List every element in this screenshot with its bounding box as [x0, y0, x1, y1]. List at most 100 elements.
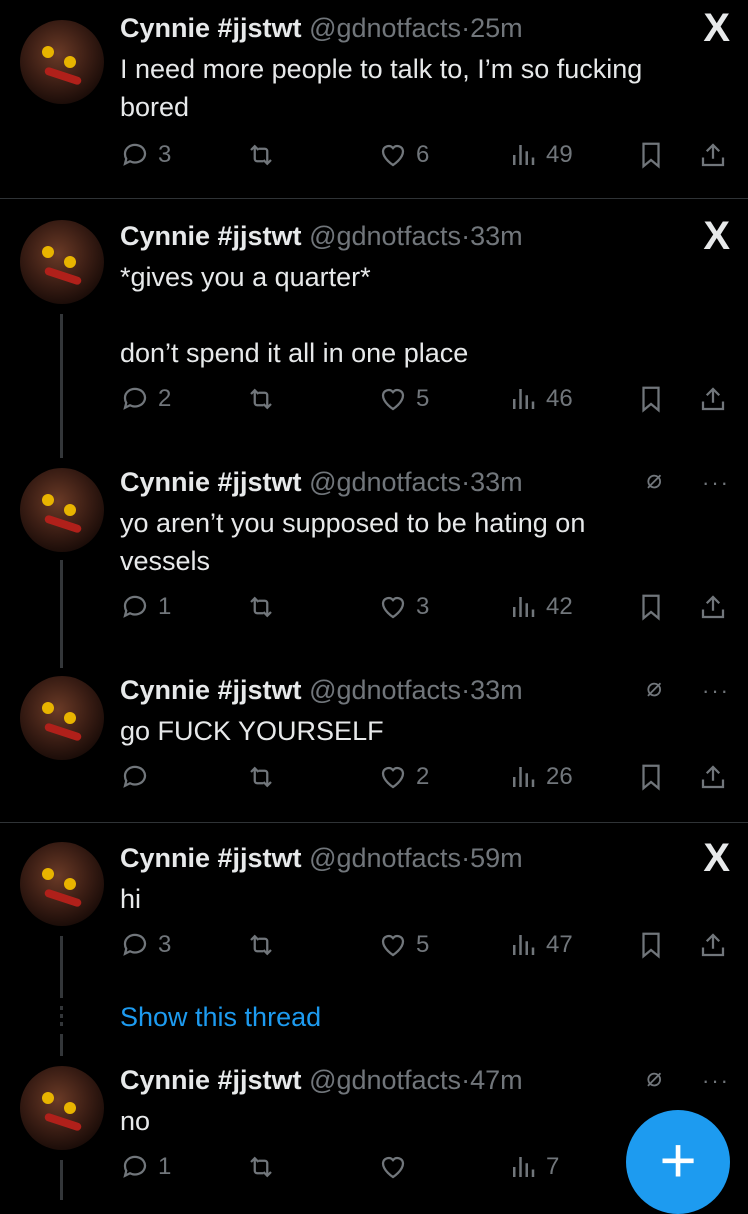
like-button[interactable]: 6 [378, 140, 429, 170]
retweet-button[interactable] [246, 384, 276, 414]
reply-button[interactable]: 1 [120, 592, 171, 622]
handle[interactable]: @gdnotfacts [309, 675, 461, 705]
retweet-button[interactable] [246, 140, 276, 170]
share-button[interactable] [698, 762, 728, 792]
divider [0, 822, 748, 823]
views-button[interactable]: 42 [508, 592, 573, 622]
more-icon[interactable]: ··· [702, 466, 730, 497]
views-icon [508, 384, 538, 414]
like-button[interactable]: 2 [378, 762, 429, 792]
thread-line [60, 1034, 63, 1056]
bookmark-icon [636, 384, 666, 414]
views-icon [508, 930, 538, 960]
bookmark-button[interactable] [636, 762, 666, 792]
x-logo-icon[interactable]: X [703, 216, 730, 256]
views-icon [508, 592, 538, 622]
muted-icon[interactable]: ⌀ [646, 1062, 662, 1093]
display-name[interactable]: Cynnie #jjstwt [120, 1065, 302, 1095]
handle[interactable]: @gdnotfacts [309, 221, 461, 251]
avatar[interactable] [20, 468, 104, 552]
bookmark-button[interactable] [636, 930, 666, 960]
like-button[interactable]: 3 [378, 592, 429, 622]
avatar[interactable] [20, 220, 104, 304]
reply-button[interactable]: 3 [120, 140, 171, 170]
retweet-button[interactable] [246, 592, 276, 622]
tweet-header: Cynnie #jjstwt @gdnotfacts·33m [120, 467, 523, 497]
avatar[interactable] [20, 842, 104, 926]
thread-line [60, 314, 63, 458]
action-bar: 3 5 47 [120, 930, 730, 966]
views-button[interactable]: 46 [508, 384, 573, 414]
retweet-button[interactable] [246, 762, 276, 792]
like-icon [378, 384, 408, 414]
reply-button[interactable]: 3 [120, 930, 171, 960]
share-icon [698, 762, 728, 792]
timestamp[interactable]: 25m [470, 13, 523, 43]
display-name[interactable]: Cynnie #jjstwt [120, 13, 302, 43]
timestamp[interactable]: 33m [470, 467, 523, 497]
x-logo-icon[interactable]: X [703, 8, 730, 48]
reply-button[interactable]: 1 [120, 1152, 171, 1182]
reply-icon [120, 1152, 150, 1182]
thread-dots [60, 1006, 63, 1030]
display-name[interactable]: Cynnie #jjstwt [120, 221, 302, 251]
x-logo-icon[interactable]: X [703, 838, 730, 878]
handle[interactable]: @gdnotfacts [309, 13, 461, 43]
tweet-header: Cynnie #jjstwt @gdnotfacts·59m [120, 843, 523, 873]
compose-button[interactable]: + [626, 1110, 730, 1214]
timestamp[interactable]: 47m [470, 1065, 523, 1095]
tweet-text: go FUCK YOURSELF [120, 716, 384, 746]
views-button[interactable]: 49 [508, 140, 573, 170]
views-icon [508, 762, 538, 792]
share-button[interactable] [698, 592, 728, 622]
like-button[interactable]: 5 [378, 930, 429, 960]
tweet-header: Cynnie #jjstwt @gdnotfacts·25m [120, 13, 523, 43]
like-button[interactable]: 5 [378, 384, 429, 414]
bookmark-button[interactable] [636, 592, 666, 622]
bookmark-button[interactable] [636, 140, 666, 170]
avatar[interactable] [20, 676, 104, 760]
reply-button[interactable] [120, 762, 158, 792]
retweet-button[interactable] [246, 930, 276, 960]
retweet-icon [246, 930, 276, 960]
muted-icon[interactable]: ⌀ [646, 672, 662, 703]
timestamp[interactable]: 59m [470, 843, 523, 873]
like-icon [378, 930, 408, 960]
more-icon[interactable]: ··· [702, 674, 730, 705]
views-button[interactable]: 47 [508, 930, 573, 960]
share-button[interactable] [698, 384, 728, 414]
display-name[interactable]: Cynnie #jjstwt [120, 675, 302, 705]
share-button[interactable] [698, 930, 728, 960]
views-button[interactable]: 7 [508, 1152, 559, 1182]
action-bar: 2 26 [120, 762, 730, 798]
views-icon [508, 140, 538, 170]
timestamp[interactable]: 33m [470, 675, 523, 705]
like-button[interactable] [378, 1152, 416, 1182]
handle[interactable]: @gdnotfacts [309, 843, 461, 873]
retweet-icon [246, 384, 276, 414]
display-name[interactable]: Cynnie #jjstwt [120, 843, 302, 873]
reply-button[interactable]: 2 [120, 384, 171, 414]
like-icon [378, 592, 408, 622]
avatar[interactable] [20, 20, 104, 104]
muted-icon[interactable]: ⌀ [646, 464, 662, 495]
retweet-button[interactable] [246, 1152, 276, 1182]
show-thread-link[interactable]: Show this thread [120, 1002, 321, 1033]
like-icon [378, 1152, 408, 1182]
action-bar: 1 3 42 [120, 592, 730, 628]
handle[interactable]: @gdnotfacts [309, 467, 461, 497]
handle[interactable]: @gdnotfacts [309, 1065, 461, 1095]
share-button[interactable] [698, 140, 728, 170]
more-icon[interactable]: ··· [702, 1064, 730, 1095]
views-button[interactable]: 26 [508, 762, 573, 792]
tweet-header: Cynnie #jjstwt @gdnotfacts·33m [120, 675, 523, 705]
thread-line [60, 560, 63, 668]
timestamp[interactable]: 33m [470, 221, 523, 251]
thread-line [60, 1160, 63, 1200]
retweet-icon [246, 1152, 276, 1182]
share-icon [698, 930, 728, 960]
display-name[interactable]: Cynnie #jjstwt [120, 467, 302, 497]
bookmark-button[interactable] [636, 384, 666, 414]
bookmark-icon [636, 762, 666, 792]
avatar[interactable] [20, 1066, 104, 1150]
